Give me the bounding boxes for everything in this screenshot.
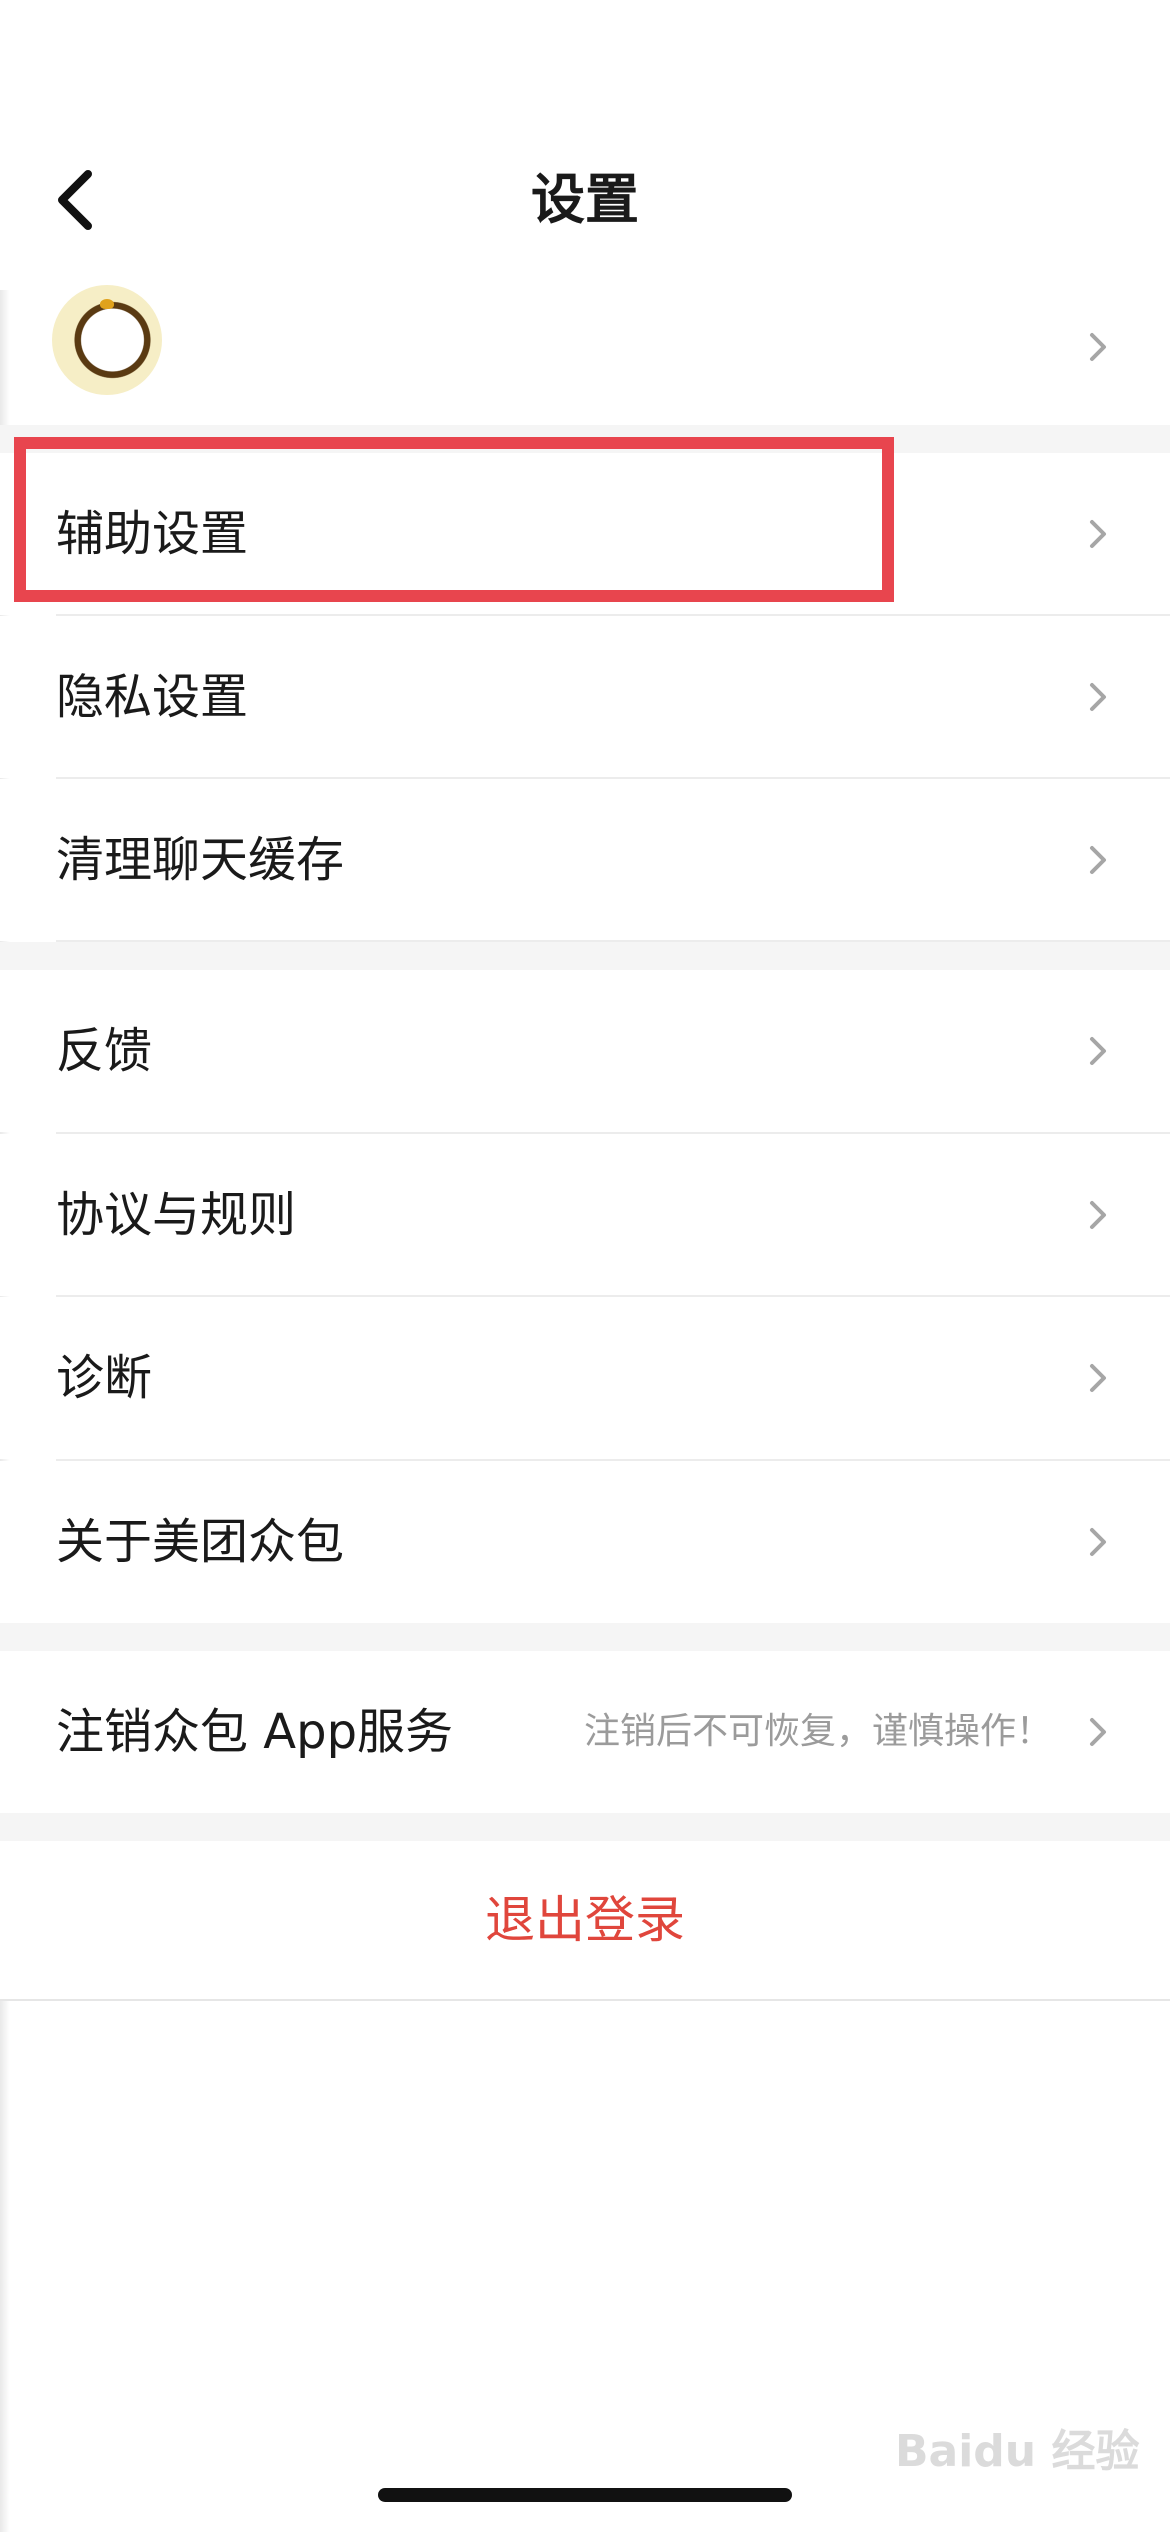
watermark: Baidu 经验 <box>895 2426 1140 2477</box>
nav-header: 设置 <box>0 0 1170 395</box>
avatar-badge <box>100 299 114 309</box>
settings-row-feedback[interactable]: 反馈 <box>0 970 1170 1132</box>
divider <box>0 1999 1170 2001</box>
row-label: 反馈 <box>56 1023 153 1079</box>
chevron-right-icon <box>1090 1037 1106 1065</box>
row-hint: 注销后不可恢复，谨慎操作！ <box>583 1711 1052 1752</box>
chevron-right-icon <box>1090 1718 1106 1746</box>
chevron-right-icon <box>1090 846 1106 874</box>
row-label: 关于美团众包 <box>56 1514 345 1570</box>
row-label: 注销众包 App服务 <box>56 1704 454 1760</box>
settings-row-privacy[interactable]: 隐私设置 <box>0 616 1170 778</box>
row-label: 诊断 <box>56 1350 153 1406</box>
settings-row-deactivate[interactable]: 注销众包 App服务 注销后不可恢复，谨慎操作！ <box>0 1651 1170 1813</box>
settings-row-about[interactable]: 关于美团众包 <box>0 1461 1170 1623</box>
home-indicator[interactable] <box>378 2488 792 2502</box>
section-gap <box>0 1813 1170 1841</box>
row-label: 清理聊天缓存 <box>56 832 345 888</box>
highlight-box <box>14 437 894 602</box>
page-title: 设置 <box>531 168 639 231</box>
section-gap <box>0 942 1170 970</box>
chevron-right-icon <box>1090 1364 1106 1392</box>
row-label: 隐私设置 <box>56 669 249 725</box>
chevron-right-icon <box>1090 333 1106 361</box>
chevron-right-icon <box>1090 683 1106 711</box>
profile-row[interactable] <box>0 285 1170 425</box>
chevron-right-icon <box>1090 1201 1106 1229</box>
section-gap <box>0 1623 1170 1651</box>
chevron-right-icon <box>1090 520 1106 548</box>
settings-row-agreements[interactable]: 协议与规则 <box>0 1134 1170 1296</box>
row-label: 协议与规则 <box>56 1187 297 1243</box>
logout-button[interactable]: 退出登录 <box>0 1880 1170 1960</box>
logout-row: 退出登录 <box>0 1841 1170 1999</box>
settings-row-clear-cache[interactable]: 清理聊天缓存 <box>0 779 1170 941</box>
settings-row-diagnostics[interactable]: 诊断 <box>0 1297 1170 1459</box>
chevron-right-icon <box>1090 1528 1106 1556</box>
